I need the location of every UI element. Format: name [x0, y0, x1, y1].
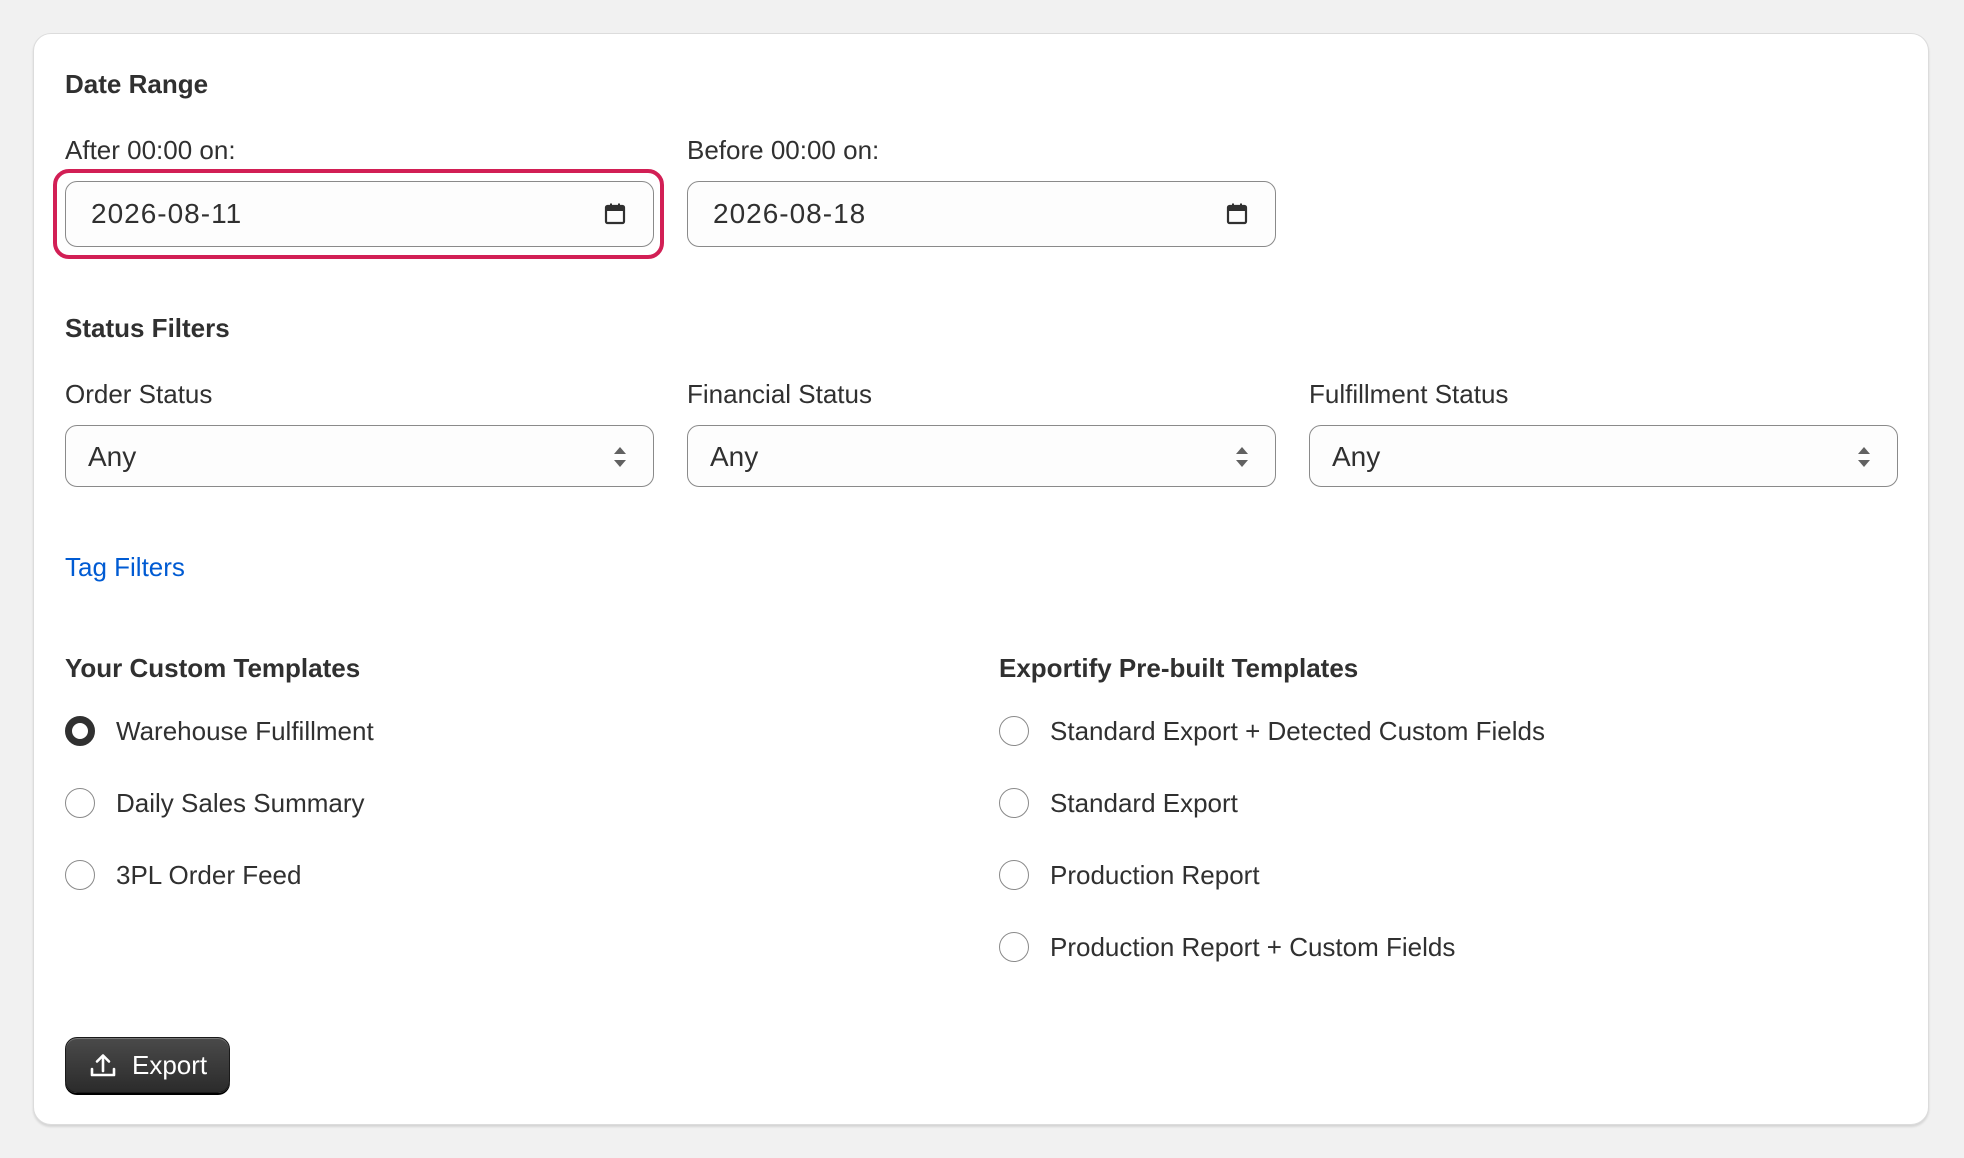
- upload-icon: [90, 1054, 116, 1077]
- tag-filters-link[interactable]: Tag Filters: [65, 552, 185, 583]
- template-option-label: Production Report + Custom Fields: [1050, 931, 1456, 962]
- financial-status-select[interactable]: Any: [687, 425, 1276, 487]
- template-option-label: Standard Export + Detected Custom Fields: [1050, 715, 1545, 746]
- radio-button[interactable]: [999, 860, 1029, 890]
- radio-button[interactable]: [65, 788, 95, 818]
- select-arrows-icon: [1236, 447, 1248, 467]
- radio-button[interactable]: [65, 716, 95, 746]
- calendar-icon[interactable]: [1225, 202, 1249, 226]
- custom-templates-heading: Your Custom Templates: [65, 653, 361, 683]
- before-date-value: 2026-08-18: [713, 198, 867, 229]
- radio-button[interactable]: [999, 716, 1029, 746]
- export-button[interactable]: Export: [65, 1037, 230, 1093]
- status-filters-heading: Status Filters: [65, 313, 230, 343]
- template-option-production-report[interactable]: Production Report: [999, 857, 1260, 893]
- template-option-label: Production Report: [1050, 859, 1260, 890]
- template-option-label: Warehouse Fulfillment: [116, 715, 374, 746]
- export-settings-card: Date Range After 00:00 on: 2026-08-11 Be…: [33, 33, 1929, 1125]
- after-date-input[interactable]: 2026-08-11: [65, 181, 654, 247]
- order-status-select[interactable]: Any: [65, 425, 654, 487]
- template-option-production-report-custom-fields[interactable]: Production Report + Custom Fields: [999, 929, 1455, 965]
- fulfillment-status-value: Any: [1332, 441, 1381, 472]
- template-option-standard-export-custom-fields[interactable]: Standard Export + Detected Custom Fields: [999, 713, 1545, 749]
- order-status-value: Any: [88, 441, 137, 472]
- radio-button[interactable]: [65, 860, 95, 890]
- calendar-icon[interactable]: [603, 202, 627, 226]
- template-option-warehouse-fulfillment[interactable]: Warehouse Fulfillment: [65, 713, 374, 749]
- radio-button[interactable]: [999, 788, 1029, 818]
- export-button-label: Export: [132, 1049, 208, 1080]
- template-option-3pl-order-feed[interactable]: 3PL Order Feed: [65, 857, 301, 893]
- financial-status-value: Any: [710, 441, 759, 472]
- select-arrows-icon: [614, 447, 626, 467]
- fulfillment-status-select[interactable]: Any: [1309, 425, 1898, 487]
- prebuilt-templates-heading: Exportify Pre-built Templates: [999, 653, 1359, 683]
- date-range-heading: Date Range: [65, 69, 209, 99]
- template-option-label: Standard Export: [1050, 787, 1238, 818]
- after-date-label: After 00:00 on:: [65, 135, 236, 165]
- before-date-label: Before 00:00 on:: [687, 135, 880, 165]
- select-arrows-icon: [1858, 447, 1870, 467]
- after-date-value: 2026-08-11: [91, 198, 243, 229]
- template-option-label: Daily Sales Summary: [116, 787, 365, 818]
- template-option-standard-export[interactable]: Standard Export: [999, 785, 1238, 821]
- template-option-daily-sales-summary[interactable]: Daily Sales Summary: [65, 785, 365, 821]
- before-date-input[interactable]: 2026-08-18: [687, 181, 1276, 247]
- fulfillment-status-label: Fulfillment Status: [1309, 379, 1509, 409]
- template-option-label: 3PL Order Feed: [116, 859, 302, 890]
- financial-status-label: Financial Status: [687, 379, 872, 409]
- order-status-label: Order Status: [65, 379, 213, 409]
- radio-button[interactable]: [999, 932, 1029, 962]
